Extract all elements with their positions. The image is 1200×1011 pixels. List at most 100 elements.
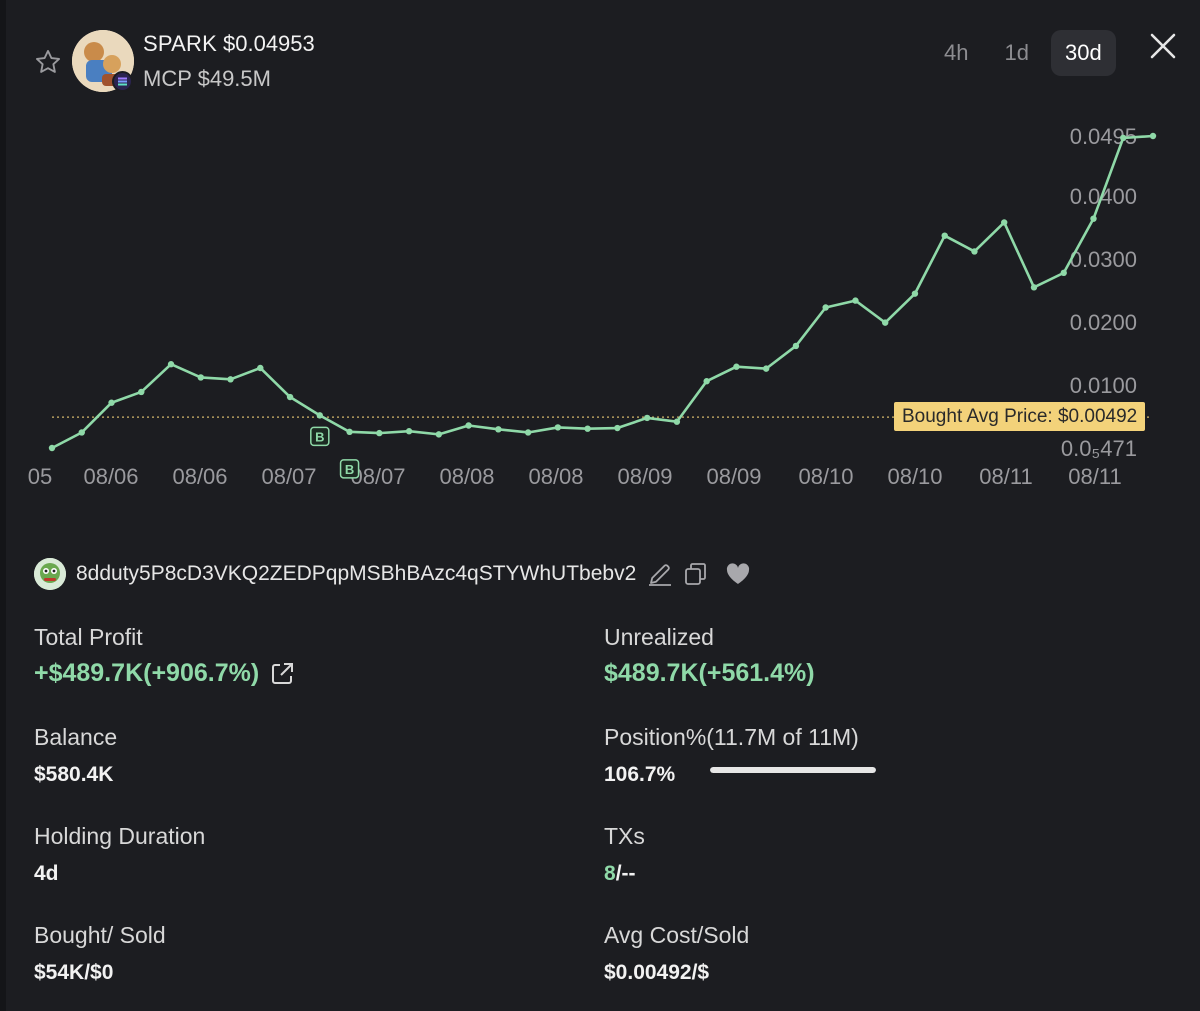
y-tick-label: 0.0200 bbox=[1070, 310, 1137, 335]
price-point bbox=[1001, 219, 1008, 226]
total-profit-label: Total Profit bbox=[34, 624, 143, 650]
edit-icon[interactable] bbox=[646, 560, 674, 588]
price-point bbox=[286, 393, 294, 401]
price-point bbox=[911, 290, 919, 297]
x-tick-label: 08/10 bbox=[887, 464, 942, 489]
price-point bbox=[852, 297, 859, 304]
price-point bbox=[78, 429, 85, 436]
x-tick-label: 08/08 bbox=[528, 464, 583, 489]
bought-sold-label: Bought/ Sold bbox=[34, 922, 166, 948]
price-point bbox=[108, 399, 115, 406]
total-profit-value: +$489.7K(+906.7%) bbox=[34, 659, 260, 687]
price-point bbox=[495, 426, 502, 433]
price-point bbox=[465, 422, 472, 429]
tab-1d[interactable]: 1d bbox=[990, 30, 1042, 76]
price-point bbox=[524, 429, 532, 436]
y-tick-label: 0.0400 bbox=[1070, 184, 1137, 209]
total-profit-value-row: +$489.7K(+906.7%) bbox=[34, 659, 295, 688]
x-tick-label: 08/10 bbox=[798, 464, 853, 489]
bought-avg-price-label: Bought Avg Price: $0.00492 bbox=[894, 402, 1146, 431]
star-icon[interactable] bbox=[34, 48, 62, 76]
price-point bbox=[822, 304, 829, 311]
price-point bbox=[316, 412, 324, 419]
x-tick-label: 08/11 bbox=[1068, 464, 1121, 489]
x-tick-label: 08/09 bbox=[617, 464, 672, 489]
txs-value: 8/-- bbox=[604, 862, 645, 886]
price-point bbox=[167, 361, 175, 368]
price-point bbox=[733, 363, 740, 370]
txs-buys: 8 bbox=[604, 862, 616, 885]
holding-duration-stat: Holding Duration 4d bbox=[34, 823, 205, 886]
total-profit-stat: Total Profit +$489.7K(+906.7%) bbox=[34, 624, 295, 688]
price-point bbox=[792, 342, 800, 350]
copy-icon[interactable] bbox=[682, 560, 710, 588]
x-tick-label: 08/07 bbox=[261, 464, 316, 489]
tab-4h[interactable]: 4h bbox=[930, 30, 982, 76]
txs-sells: /-- bbox=[615, 862, 636, 885]
x-tick-label: 08/09 bbox=[706, 464, 761, 489]
x-tick-label: 08/08 bbox=[439, 464, 494, 489]
price-point bbox=[762, 365, 770, 372]
unrealized-value: $489.7K(+561.4%) bbox=[604, 659, 815, 687]
price-point bbox=[1149, 132, 1157, 140]
price-point bbox=[257, 364, 264, 372]
wallet-row: 8dduty5P8cD3VKQ2ZEDPqpMSBhBAzc4qSTYWhUTb… bbox=[34, 556, 760, 592]
buy-marker-label: B bbox=[345, 462, 354, 477]
wallet-avatar bbox=[34, 558, 66, 590]
heart-icon[interactable] bbox=[724, 560, 752, 588]
price-point bbox=[941, 232, 948, 239]
x-tick-label: 08/06 bbox=[83, 464, 138, 489]
position-progress-fill bbox=[710, 767, 876, 773]
timeframe-tabs: 4h 1d 30d bbox=[930, 30, 1116, 76]
price-point bbox=[376, 429, 383, 437]
bought-sold-value: $54K/$0 bbox=[34, 961, 114, 984]
price-point bbox=[227, 376, 234, 383]
price-point bbox=[138, 388, 145, 396]
balance-value: $580.4K bbox=[34, 763, 114, 786]
price-point bbox=[584, 425, 591, 432]
price-chart: 0.0495 0.0400 0.0300 0.0200 0.0100 0.0₅471 05 0… bbox=[0, 110, 1200, 510]
x-tick-label: 08/06 bbox=[172, 464, 227, 489]
price-point bbox=[971, 248, 978, 255]
avg-cost-stat: Avg Cost/Sold $0.00492/$ bbox=[604, 922, 749, 985]
price-point bbox=[614, 424, 621, 432]
price-point bbox=[881, 319, 889, 326]
x-tick-label: 08/11 bbox=[979, 464, 1032, 489]
txs-label: TXs bbox=[604, 823, 645, 849]
avg-cost-label: Avg Cost/Sold bbox=[604, 922, 750, 948]
balance-label: Balance bbox=[34, 724, 118, 750]
holding-duration-label: Holding Duration bbox=[34, 823, 206, 849]
market-cap: MCP $49.5M bbox=[143, 66, 271, 91]
bought-sold-stat: Bought/ Sold $54K/$0 bbox=[34, 922, 166, 985]
price-point bbox=[197, 374, 204, 381]
price-point bbox=[703, 378, 710, 385]
balance-stat: Balance $580.4K bbox=[34, 724, 117, 787]
price-point bbox=[346, 428, 353, 436]
y-tick-label: 0.0₅471 bbox=[1061, 436, 1137, 461]
price-point bbox=[435, 431, 443, 438]
token-name: SPARK bbox=[143, 31, 217, 56]
price-point bbox=[554, 424, 562, 431]
unrealized-label: Unrealized bbox=[604, 624, 714, 650]
txs-stat: TXs 8/-- bbox=[604, 823, 645, 886]
token-price: $0.04953 bbox=[223, 31, 315, 56]
price-point bbox=[1120, 134, 1127, 142]
position-stat: Position%(11.7M of 11M) 106.7% bbox=[604, 724, 859, 787]
x-tick-label: 05 bbox=[28, 464, 52, 489]
external-link-icon[interactable] bbox=[269, 661, 295, 687]
price-point bbox=[405, 428, 413, 435]
price-point bbox=[673, 418, 681, 425]
close-icon[interactable] bbox=[1147, 30, 1179, 62]
token-header: SPARK $0.04953 MCP $49.5M 4h 1d 30d bbox=[0, 0, 1200, 110]
solana-chain-icon bbox=[112, 71, 133, 92]
position-label: Position%(11.7M of 11M) bbox=[604, 724, 859, 750]
price-chart-svg: 0.04950.04000.03000.02000.01000.0₅47105 0… bbox=[28, 124, 1157, 489]
price-point bbox=[48, 444, 56, 452]
unrealized-stat: Unrealized $489.7K(+561.4%) bbox=[604, 624, 815, 688]
avg-cost-value: $0.00492/$ bbox=[604, 961, 710, 984]
y-tick-label: 0.0300 bbox=[1070, 247, 1137, 272]
tab-30d[interactable]: 30d bbox=[1050, 30, 1116, 76]
wallet-address: 8dduty5P8cD3VKQ2ZEDPqpMSBhBAzc4qSTYWhUTb… bbox=[76, 562, 637, 585]
price-point bbox=[1090, 215, 1097, 222]
price-point bbox=[1060, 269, 1067, 277]
